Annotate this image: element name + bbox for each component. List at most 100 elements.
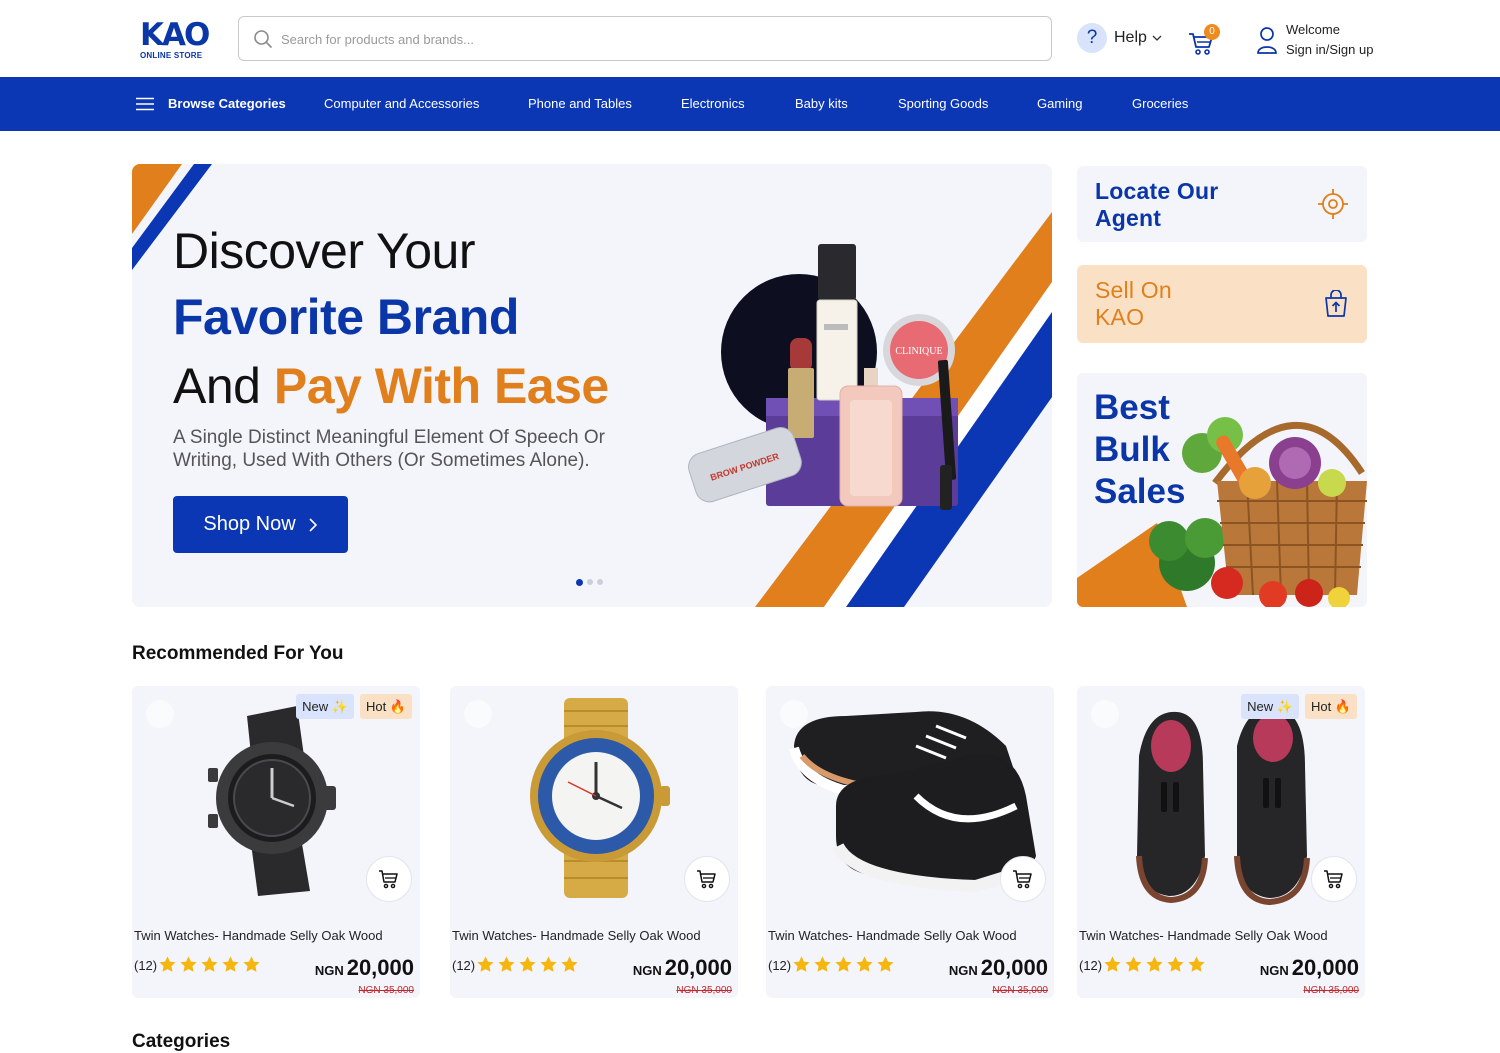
help-label: Help bbox=[1114, 29, 1147, 46]
new-badge: New ✨ bbox=[1241, 694, 1299, 719]
location-target-icon bbox=[1318, 189, 1348, 219]
star-icon bbox=[243, 956, 260, 972]
favorite-button[interactable] bbox=[1091, 700, 1119, 728]
original-price: NGN 35,000 bbox=[992, 985, 1048, 996]
rating-stars bbox=[792, 955, 895, 974]
star-icon bbox=[561, 956, 578, 972]
account-menu[interactable]: Welcome Sign in/Sign up bbox=[1256, 20, 1373, 60]
sell-on-kao-title: Sell On KAO bbox=[1095, 277, 1172, 330]
price-value: 20,000 bbox=[1291, 955, 1359, 980]
favorite-button[interactable] bbox=[146, 700, 174, 728]
favorite-button[interactable] bbox=[780, 700, 808, 728]
review-count: (12) bbox=[768, 958, 792, 973]
nav-gaming[interactable]: Gaming bbox=[1037, 77, 1083, 131]
locate-agent-title: Locate Our Agent bbox=[1095, 178, 1219, 231]
product-card[interactable]: Twin Watches- Handmade Selly Oak Wood (1… bbox=[766, 686, 1054, 998]
price-currency: NGN bbox=[1259, 963, 1289, 978]
carousel-dot-3[interactable] bbox=[597, 579, 603, 585]
bulk-sales-title: Best Bulk Sales bbox=[1094, 388, 1186, 511]
star-icon bbox=[814, 956, 831, 972]
hero-headline-3-plain: And bbox=[173, 358, 274, 414]
help-menu[interactable]: ? Help bbox=[1077, 23, 1164, 53]
add-to-cart-button[interactable] bbox=[1000, 856, 1046, 902]
cart-count-badge: 0 bbox=[1204, 24, 1220, 40]
user-icon bbox=[1257, 27, 1277, 54]
original-price: NGN 35,000 bbox=[358, 985, 414, 996]
cart-icon bbox=[1013, 870, 1032, 889]
store-logo[interactable]: KAO ONLINE STORE bbox=[140, 17, 210, 61]
signin-link[interactable]: Sign in/Sign up bbox=[1286, 40, 1373, 60]
hero-subtitle: A Single Distinct Meaningful Element Of … bbox=[173, 427, 605, 471]
hero-headline-2: Favorite Brand bbox=[173, 289, 519, 345]
shop-now-button[interactable]: Shop Now bbox=[173, 496, 348, 553]
shopping-bag-upload-icon bbox=[1325, 290, 1347, 317]
nav-baby-kits[interactable]: Baby kits bbox=[795, 77, 848, 131]
product-price: NGN 20,000 bbox=[949, 955, 1048, 981]
nav-phones[interactable]: Phone and Tables bbox=[528, 77, 632, 131]
cosmetics-image: CLINIQUE BROW POWDER bbox=[688, 244, 958, 510]
rating-stars bbox=[476, 955, 579, 974]
nav-sporting-goods[interactable]: Sporting Goods bbox=[898, 77, 988, 131]
product-name[interactable]: Twin Watches- Handmade Selly Oak Wood bbox=[768, 928, 1017, 943]
blush-label: CLINIQUE bbox=[895, 346, 942, 357]
add-to-cart-button[interactable] bbox=[1311, 856, 1357, 902]
review-count: (12) bbox=[452, 958, 476, 973]
product-card[interactable]: Twin Watches- Handmade Selly Oak Wood (1… bbox=[450, 686, 738, 998]
chevron-down-icon bbox=[1152, 35, 1162, 41]
cart-icon bbox=[379, 870, 398, 889]
star-icon bbox=[159, 956, 176, 972]
logo-wordmark: KAO bbox=[140, 17, 210, 53]
product-name[interactable]: Twin Watches- Handmade Selly Oak Wood bbox=[1079, 928, 1328, 943]
star-icon bbox=[1167, 956, 1184, 972]
carousel-dot-2[interactable] bbox=[587, 579, 593, 585]
sell-on-kao-card[interactable]: Sell On KAO bbox=[1077, 265, 1367, 343]
top-header: KAO ONLINE STORE ? Help 0 Welcome bbox=[0, 0, 1500, 77]
favorite-button[interactable] bbox=[464, 700, 492, 728]
cart-icon bbox=[697, 870, 716, 889]
search-input[interactable] bbox=[281, 27, 1021, 51]
star-icon bbox=[498, 956, 515, 972]
search-bar[interactable] bbox=[238, 16, 1052, 61]
original-price: NGN 35,000 bbox=[1303, 985, 1359, 996]
cart-icon bbox=[1324, 870, 1343, 889]
help-icon: ? bbox=[1077, 23, 1107, 53]
price-currency: NGN bbox=[632, 963, 662, 978]
price-currency: NGN bbox=[314, 963, 344, 978]
carousel-dot-1[interactable] bbox=[576, 578, 583, 586]
star-icon bbox=[1188, 956, 1205, 972]
hero-banner[interactable]: CLINIQUE BROW POWDER Discover Your Favor… bbox=[132, 164, 1052, 607]
add-to-cart-button[interactable] bbox=[684, 856, 730, 902]
nav-groceries[interactable]: Groceries bbox=[1132, 77, 1188, 131]
hero-headline-3-accent: Pay With Ease bbox=[273, 358, 609, 414]
product-card[interactable]: New ✨ Hot 🔥 Twin Watches- Handmade Selly… bbox=[132, 686, 420, 998]
star-icon bbox=[835, 956, 852, 972]
shop-now-label: Shop Now bbox=[203, 513, 296, 535]
hero-headline-3: And Pay With Ease bbox=[173, 357, 609, 415]
nav-computer[interactable]: Computer and Accessories bbox=[324, 77, 479, 131]
bulk-sales-card[interactable]: Best Bulk Sales bbox=[1077, 373, 1367, 607]
welcome-text: Welcome bbox=[1286, 22, 1340, 37]
carousel-dots bbox=[576, 578, 603, 586]
price-value: 20,000 bbox=[346, 955, 414, 980]
star-icon bbox=[540, 956, 557, 972]
product-card[interactable]: New ✨ Hot 🔥 Twin Watches- Handmade Selly… bbox=[1077, 686, 1365, 998]
star-icon bbox=[877, 956, 894, 972]
hot-badge: Hot 🔥 bbox=[359, 694, 412, 719]
browse-categories-button[interactable]: Browse Categories bbox=[136, 77, 286, 131]
star-icon bbox=[519, 956, 536, 972]
locate-agent-card[interactable]: Locate Our Agent bbox=[1077, 166, 1367, 242]
browse-label: Browse Categories bbox=[168, 96, 286, 111]
product-name[interactable]: Twin Watches- Handmade Selly Oak Wood bbox=[134, 928, 383, 943]
hero-headline-1: Discover Your bbox=[173, 223, 476, 279]
rating-stars bbox=[1103, 955, 1206, 974]
rating-stars bbox=[158, 955, 261, 974]
menu-icon bbox=[136, 97, 154, 111]
add-to-cart-button[interactable] bbox=[366, 856, 412, 902]
product-price: NGN 20,000 bbox=[315, 955, 414, 981]
price-currency: NGN bbox=[948, 963, 978, 978]
nav-electronics[interactable]: Electronics bbox=[681, 77, 745, 131]
category-nav: Browse Categories Computer and Accessori… bbox=[0, 77, 1500, 131]
original-price: NGN 35,000 bbox=[676, 985, 732, 996]
product-name[interactable]: Twin Watches- Handmade Selly Oak Wood bbox=[452, 928, 701, 943]
cart-button[interactable]: 0 bbox=[1187, 24, 1223, 56]
